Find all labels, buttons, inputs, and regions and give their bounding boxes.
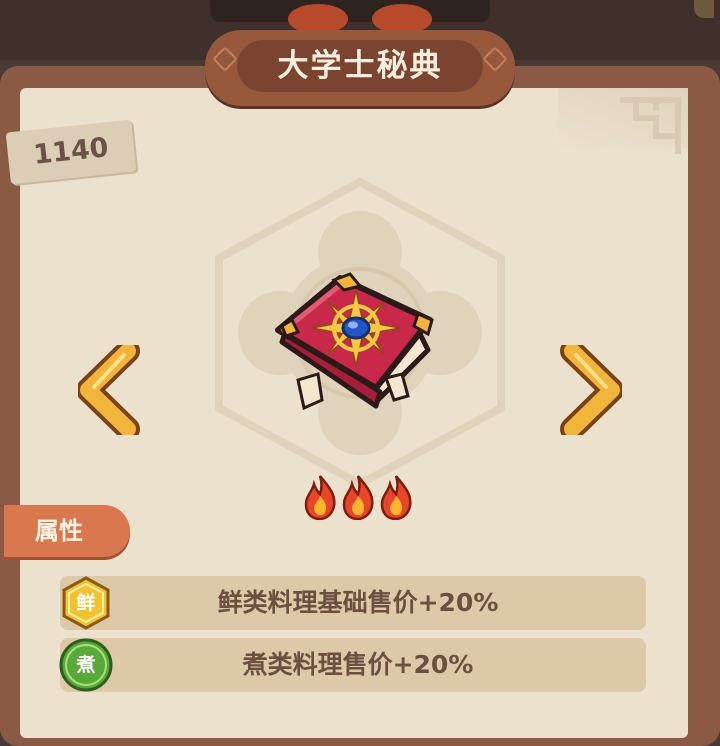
title-plate: 大学士秘典 bbox=[205, 30, 515, 106]
title-inner: 大学士秘典 bbox=[237, 40, 483, 92]
corner-ornament-icon bbox=[620, 97, 681, 154]
attribute-row: 煮类料理售价+20% bbox=[60, 638, 646, 692]
attributes-tab[interactable]: 属性 bbox=[4, 505, 130, 557]
red-book-icon bbox=[275, 272, 434, 411]
badge-label: 鲜 bbox=[76, 592, 96, 614]
rarity-flames bbox=[302, 474, 418, 520]
next-item-button[interactable] bbox=[558, 345, 622, 435]
top-corner-decoration bbox=[694, 0, 714, 18]
page-title: 大学士秘典 bbox=[277, 48, 443, 84]
attribute-text: 鲜类料理基础售价+20% bbox=[217, 588, 499, 617]
title-ornament-right-icon bbox=[482, 46, 508, 72]
attribute-row: 鲜类料理基础售价+20% bbox=[60, 576, 646, 630]
flame-icon bbox=[304, 475, 336, 520]
boil-category-badge: 煮 bbox=[58, 637, 114, 693]
flame-icon bbox=[380, 475, 412, 520]
previous-item-button[interactable] bbox=[78, 345, 142, 435]
flame-icon bbox=[342, 475, 374, 520]
fresh-category-badge: 鲜 bbox=[58, 575, 114, 631]
badge-label: 煮 bbox=[76, 654, 96, 676]
attributes-tab-label: 属性 bbox=[35, 517, 83, 545]
attribute-text: 煮类料理售价+20% bbox=[242, 650, 474, 679]
title-ornament-left-icon bbox=[212, 46, 238, 72]
top-tab bbox=[210, 0, 490, 22]
